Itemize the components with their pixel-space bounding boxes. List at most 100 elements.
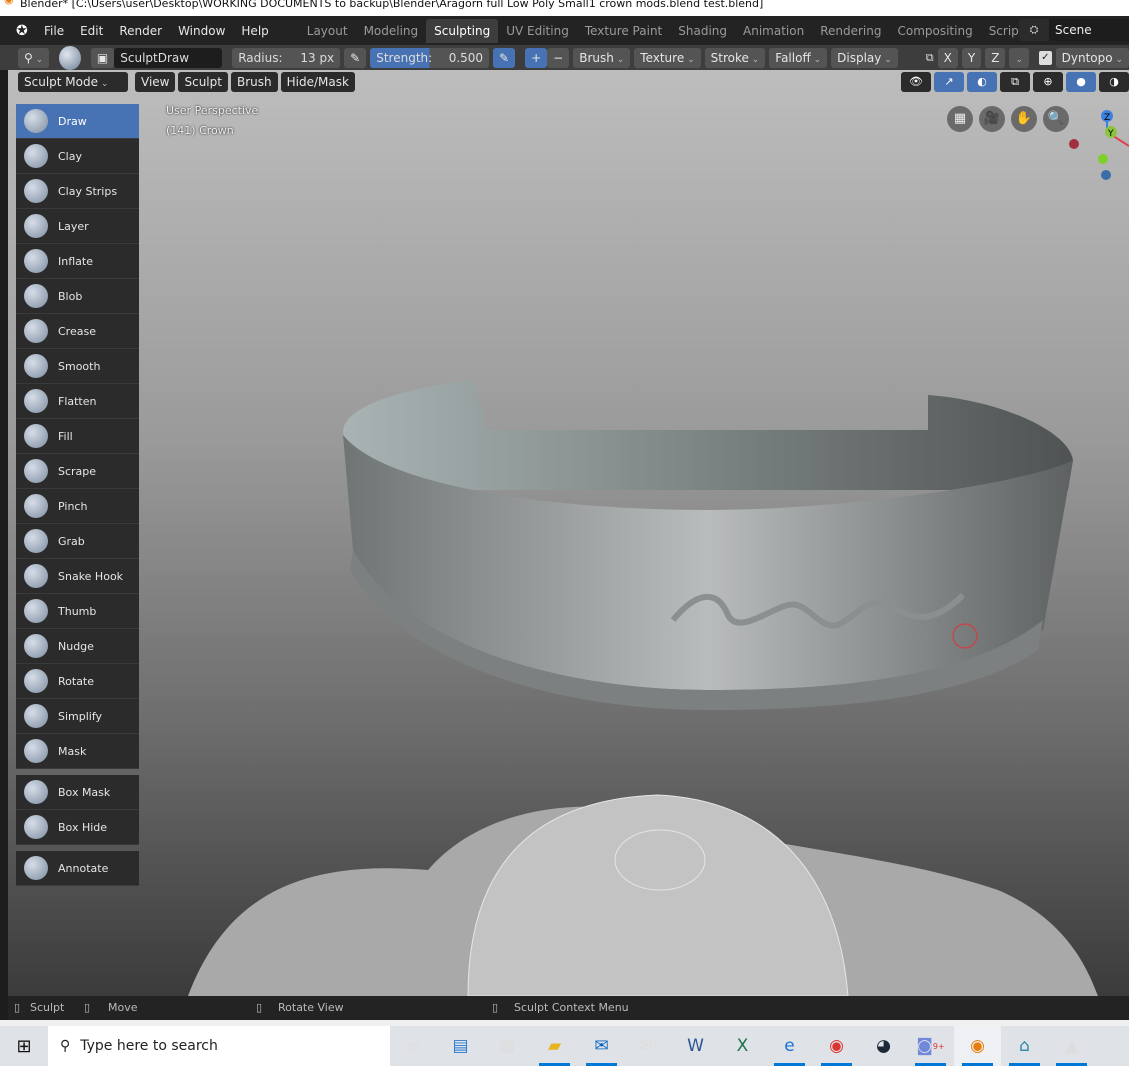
tool-inflate[interactable]: Inflate — [16, 244, 139, 279]
tool-mask[interactable]: Mask — [16, 734, 139, 769]
tool-rotate[interactable]: Rotate — [16, 664, 139, 699]
chrome-icon[interactable]: ◉ — [813, 1026, 860, 1066]
dyntopo-checkbox[interactable]: ✓ — [1038, 50, 1052, 65]
menu-view[interactable]: View — [135, 72, 176, 92]
brush-menu[interactable]: Brush — [573, 47, 631, 68]
outlook-icon[interactable]: ✉ — [578, 1026, 625, 1066]
tool-blob[interactable]: Blob — [16, 279, 139, 314]
tab-rendering[interactable]: Rendering — [812, 19, 889, 43]
dyntopo-menu[interactable]: Dyntopo — [1055, 47, 1129, 68]
radius-pressure-icon[interactable]: ✎ — [344, 47, 367, 68]
crease-brush-icon — [24, 319, 48, 343]
axis-gizmo[interactable]: Z Y — [1069, 106, 1129, 186]
tab-animation[interactable]: Animation — [735, 19, 812, 43]
menu-sculpt[interactable]: Sculpt — [178, 72, 228, 92]
task-view-icon[interactable]: ⧈ — [390, 1026, 437, 1066]
scene-name[interactable]: Scene — [1049, 19, 1129, 41]
subtract-direction-button[interactable]: − — [547, 47, 570, 68]
radius-field[interactable]: Radius: 13 px — [232, 47, 341, 68]
wireframe-shading-icon[interactable]: ⊕ — [1033, 72, 1063, 92]
xray-icon[interactable]: ⧉ — [1000, 72, 1030, 92]
tab-uv-editing[interactable]: UV Editing — [498, 19, 577, 43]
solid-shading-icon[interactable]: ● — [1066, 72, 1096, 92]
menu-help[interactable]: Help — [233, 24, 276, 38]
tool-label: Layer — [58, 219, 89, 233]
tool-nudge[interactable]: Nudge — [16, 629, 139, 664]
status-bar: ▯ Sculpt ▯ Move ▯ Rotate View ▯ Sculpt C… — [8, 996, 1129, 1020]
menu-edit[interactable]: Edit — [72, 24, 111, 38]
menu-hide-mask[interactable]: Hide/Mask — [280, 72, 355, 92]
strength-field[interactable]: Strength: 0.500 — [370, 47, 490, 68]
tab-sculpting[interactable]: Sculpting — [426, 18, 499, 43]
photos-icon[interactable]: ▲ — [1048, 1026, 1095, 1066]
tool-snake-hook[interactable]: Snake Hook — [16, 559, 139, 594]
visibility-icon[interactable]: 👁 — [901, 72, 931, 92]
symmetry-y[interactable]: Y — [961, 47, 982, 68]
tool-annotate[interactable]: Annotate — [16, 851, 139, 886]
tool-crease[interactable]: Crease — [16, 314, 139, 349]
excel-icon[interactable]: X — [719, 1026, 766, 1066]
warframe-icon[interactable]: ⌂ — [1001, 1026, 1048, 1066]
tool-grab[interactable]: Grab — [16, 524, 139, 559]
tool-smooth[interactable]: Smooth — [16, 349, 139, 384]
tool-simplify[interactable]: Simplify — [16, 699, 139, 734]
overlay-toggle-icon[interactable]: ◐ — [967, 72, 997, 92]
tool-pinch[interactable]: Pinch — [16, 489, 139, 524]
edge-icon[interactable]: e — [766, 1026, 813, 1066]
word-icon[interactable]: W — [672, 1026, 719, 1066]
add-direction-button[interactable]: + — [525, 47, 548, 68]
tool-fill[interactable]: Fill — [16, 419, 139, 454]
menu-file[interactable]: File — [36, 24, 72, 38]
viewport-scene — [188, 380, 1098, 996]
tab-layout[interactable]: Layout — [299, 19, 356, 43]
symmetry-dropdown[interactable] — [1009, 47, 1029, 68]
file-explorer-icon[interactable]: ▰ — [531, 1026, 578, 1066]
strength-pressure-icon[interactable]: ✎ — [493, 47, 516, 68]
symmetry-x[interactable]: X — [937, 47, 958, 68]
3d-viewport[interactable]: Sculpt Mode View Sculpt Brush Hide/Mask … — [8, 70, 1129, 996]
taskbar-search[interactable]: ⚲ Type here to search — [48, 1026, 390, 1066]
pan-hand-icon[interactable]: ✋ — [1011, 106, 1037, 132]
tool-box-hide[interactable]: Box Hide — [16, 810, 139, 845]
menu-render[interactable]: Render — [111, 24, 170, 38]
brush-datablock-icon[interactable]: ▣ — [90, 47, 115, 68]
gizmo-toggle-icon[interactable]: ↗ — [934, 72, 964, 92]
steam-icon[interactable]: ◕ — [860, 1026, 907, 1066]
tab-texture-paint[interactable]: Texture Paint — [577, 19, 670, 43]
tool-icon-dropdown[interactable]: ⚲ — [18, 47, 50, 68]
stroke-menu[interactable]: Stroke — [704, 47, 766, 68]
material-shading-icon[interactable]: ◑ — [1099, 72, 1129, 92]
tool-flatten[interactable]: Flatten — [16, 384, 139, 419]
tool-layer[interactable]: Layer — [16, 209, 139, 244]
tool-thumb[interactable]: Thumb — [16, 594, 139, 629]
zoom-icon[interactable]: 🔍 — [1043, 106, 1069, 132]
symmetry-z[interactable]: Z — [985, 47, 1006, 68]
tool-box-mask[interactable]: Box Mask — [16, 775, 139, 810]
menu-brush[interactable]: Brush — [230, 72, 278, 92]
windows-start-icon[interactable]: ⊞ — [0, 1036, 48, 1057]
tool-clay[interactable]: Clay — [16, 139, 139, 174]
blender-taskbar-icon[interactable]: ◉ — [954, 1026, 1001, 1066]
mode-selector[interactable]: Sculpt Mode — [18, 72, 128, 92]
grid-toggle-icon[interactable]: ▦ — [947, 106, 973, 132]
brush-name-field[interactable]: SculptDraw — [114, 47, 223, 68]
display-menu[interactable]: Display — [831, 47, 898, 68]
camera-icon[interactable]: 🎥 — [979, 106, 1005, 132]
control-panel-icon[interactable]: ▤ — [437, 1026, 484, 1066]
tool-scrape[interactable]: Scrape — [16, 454, 139, 489]
tab-compositing[interactable]: Compositing — [889, 19, 980, 43]
discord-icon[interactable]: ◙ 9+ — [907, 1026, 954, 1066]
brush-preview-icon[interactable] — [59, 45, 81, 70]
mail-icon[interactable]: ✉ 1 — [625, 1026, 672, 1066]
tool-clay-strips[interactable]: Clay Strips — [16, 174, 139, 209]
scene-selector[interactable]: ⛭ Scene — [1019, 19, 1129, 41]
tab-shading[interactable]: Shading — [670, 19, 735, 43]
blender-menu-icon[interactable]: ✪ — [16, 23, 36, 39]
scene-icon[interactable]: ⛭ — [1019, 19, 1049, 41]
texture-menu[interactable]: Texture — [634, 47, 701, 68]
menu-window[interactable]: Window — [170, 24, 233, 38]
tool-draw[interactable]: Draw — [16, 104, 139, 139]
calculator-icon[interactable]: ▦ — [484, 1026, 531, 1066]
falloff-menu[interactable]: Falloff — [769, 47, 828, 68]
tab-modeling[interactable]: Modeling — [356, 19, 427, 43]
